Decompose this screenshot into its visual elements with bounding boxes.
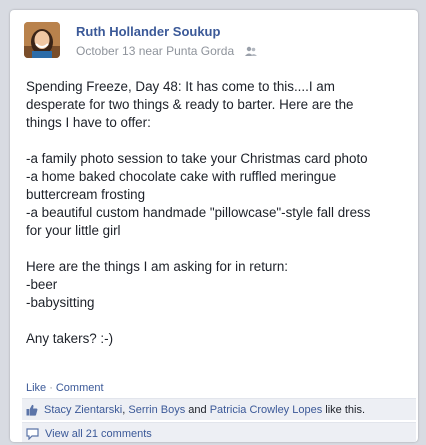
post-blank-line [26, 132, 414, 150]
post-line: -a family photo session to take your Chr… [26, 151, 368, 166]
friends-icon[interactable] [245, 46, 258, 60]
post-line: -beer [26, 277, 58, 292]
location-prefix: near [138, 44, 163, 58]
story-header: Ruth Hollander Soukup October 13 near Pu… [24, 22, 404, 66]
post-date[interactable]: October 13 [76, 44, 135, 58]
likes-suffix: like this. [325, 404, 366, 416]
likes-summary: Stacy Zientarski, Serrin Boys and Patric… [22, 398, 416, 420]
avatar[interactable] [24, 22, 60, 58]
likes-comma: , [122, 404, 126, 416]
post-line: buttercream frosting [26, 187, 146, 202]
liker-patricia[interactable]: Patricia Crowley Lopes [210, 404, 323, 416]
post-message: Spending Freeze, Day 48: It has come to … [26, 78, 414, 348]
post-line: Any takers? :-) [26, 331, 114, 346]
comments-summary[interactable]: View all 21 comments [22, 422, 416, 442]
liker-stacy[interactable]: Stacy Zientarski [44, 404, 122, 416]
post-line: desperate for two things & ready to bart… [26, 97, 354, 112]
author-name[interactable]: Ruth Hollander Soukup [76, 24, 220, 39]
action-separator: · [49, 382, 53, 394]
post-blank-line [26, 312, 414, 330]
comment-bubble-icon [26, 426, 39, 442]
like-link[interactable]: Like [26, 382, 46, 394]
story-meta: October 13 near Punta Gorda [76, 44, 258, 60]
thumbs-up-icon [26, 402, 38, 424]
likes-and: and [188, 404, 207, 416]
post-line: Spending Freeze, Day 48: It has come to … [26, 79, 335, 94]
post-line: -a home baked chocolate cake with ruffle… [26, 169, 337, 184]
post-line: things I have to offer: [26, 115, 151, 130]
profile-photo [24, 22, 60, 58]
liker-serrin[interactable]: Serrin Boys [128, 404, 185, 416]
location-link[interactable]: Punta Gorda [166, 44, 234, 58]
news-feed-story: Ruth Hollander Soukup October 13 near Pu… [10, 10, 418, 442]
story-actions: Like · Comment [26, 382, 104, 394]
post-line: Here are the things I am asking for in r… [26, 259, 288, 274]
view-all-comments-link[interactable]: View all 21 comments [45, 428, 152, 440]
comment-link[interactable]: Comment [56, 382, 104, 394]
post-line: -a beautiful custom handmade "pillowcase… [26, 205, 371, 220]
post-line: for your little girl [26, 223, 121, 238]
post-line: -babysitting [26, 295, 95, 310]
post-blank-line [26, 240, 414, 258]
